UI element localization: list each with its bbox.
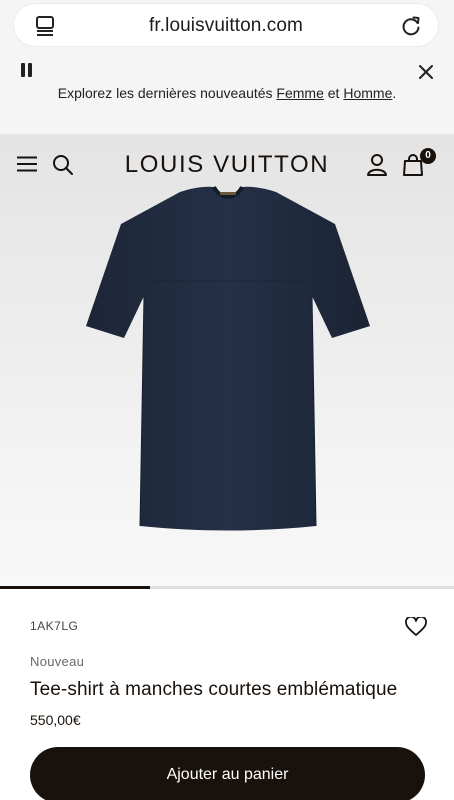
reload-icon[interactable] xyxy=(400,15,422,37)
new-badge: Nouveau xyxy=(30,654,85,669)
product-title: Tee-shirt à manches courtes emblématique xyxy=(30,679,398,700)
promo-text-prefix: Explorez les dernières nouveautés xyxy=(57,85,277,101)
url-field[interactable]: fr.louisvuitton.com xyxy=(14,4,438,46)
product-image[interactable] xyxy=(80,186,376,538)
url-text[interactable]: fr.louisvuitton.com xyxy=(14,15,438,37)
promo-text-middle: et xyxy=(323,85,344,101)
add-to-cart-button[interactable]: Ajouter au panier xyxy=(30,747,425,800)
heart-icon[interactable] xyxy=(405,617,427,637)
product-info-panel: 1AK7LG Nouveau Tee-shirt à manches court… xyxy=(0,589,454,800)
link-femme[interactable]: Femme xyxy=(276,85,323,101)
close-icon[interactable] xyxy=(418,64,434,80)
product-sku: 1AK7LG xyxy=(30,619,79,633)
cart-count-badge: 0 xyxy=(420,148,436,164)
account-icon[interactable] xyxy=(366,153,388,177)
product-hero: LOUIS VUITTON 0 xyxy=(0,134,454,589)
promo-banner: Explorez les dernières nouveautés Femme … xyxy=(0,52,454,134)
promo-text: Explorez les dernières nouveautés Femme … xyxy=(0,85,454,101)
product-price: 550,00€ xyxy=(30,712,81,728)
pause-icon[interactable] xyxy=(20,63,34,79)
browser-address-bar: fr.louisvuitton.com xyxy=(0,0,454,52)
promo-text-suffix: . xyxy=(392,85,397,101)
link-homme[interactable]: Homme xyxy=(343,85,392,101)
